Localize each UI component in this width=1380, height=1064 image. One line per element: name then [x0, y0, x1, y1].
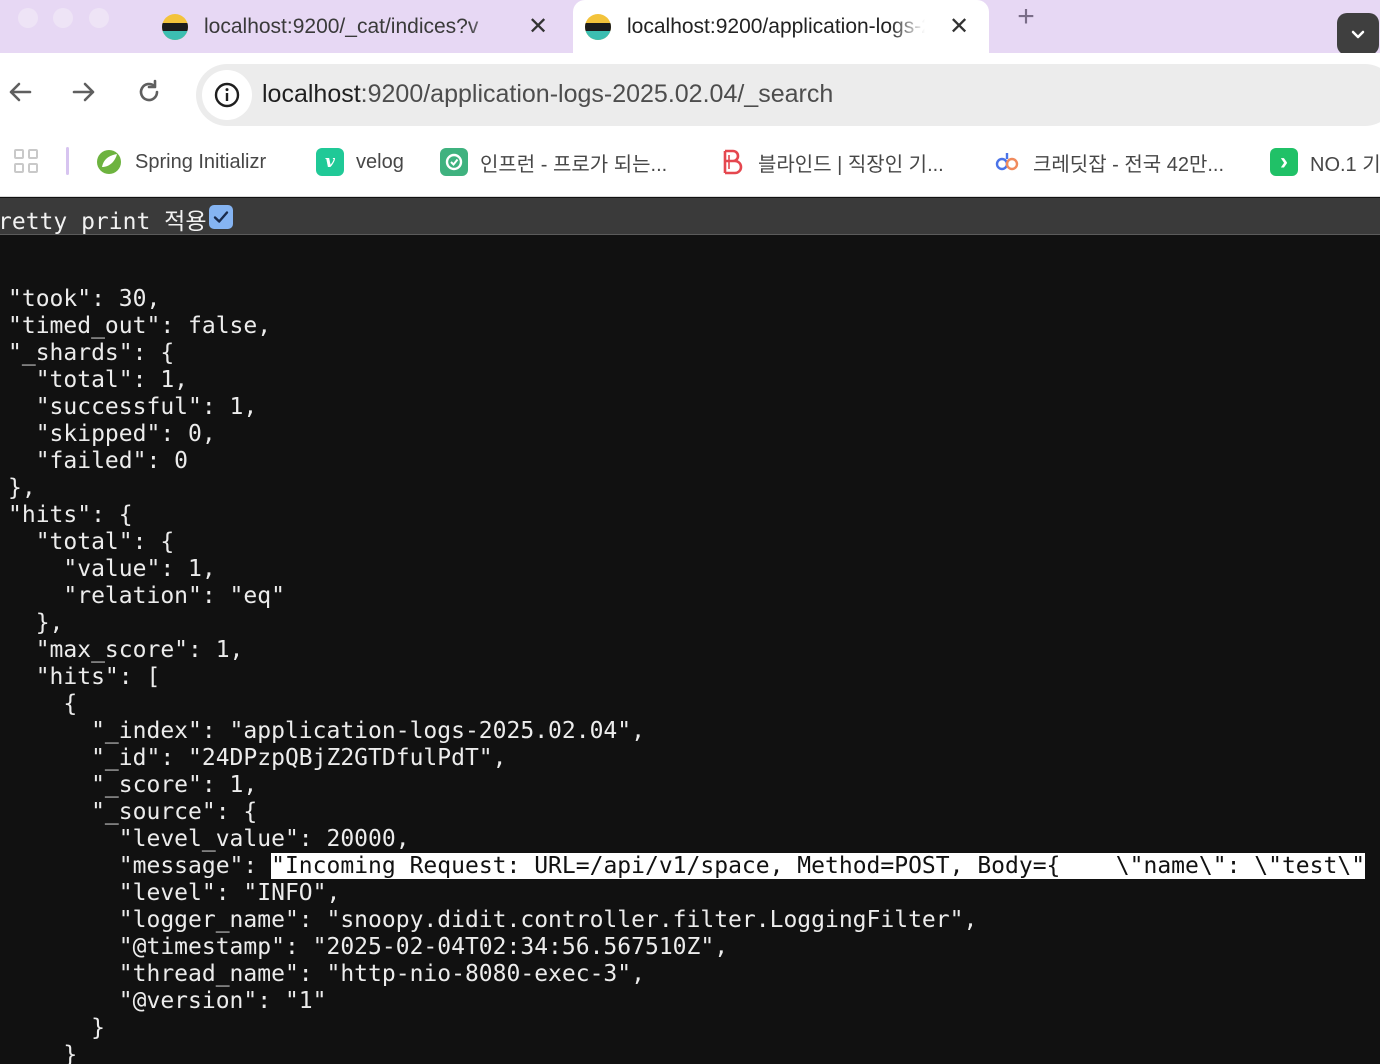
bookmark-no1[interactable]: › NO.1 기	[1270, 147, 1380, 177]
forward-button[interactable]	[69, 78, 99, 108]
tab-title: localhost:9200/application-logs-2025.02.…	[627, 14, 925, 38]
url-host: localhost	[262, 80, 361, 108]
inflearn-icon	[440, 148, 468, 176]
checkmark-icon	[213, 211, 229, 223]
tab-cat-indices[interactable]: localhost:9200/_cat/indices?v ✕	[150, 0, 560, 53]
kreditjob-icon	[993, 148, 1021, 176]
bookmarks-bar: Spring Initializr v velog 인프런 - 프로가 되는..…	[0, 133, 1380, 197]
tab-application-logs-search[interactable]: localhost:9200/application-logs-2025.02.…	[573, 0, 989, 53]
elasticsearch-icon	[585, 13, 611, 40]
json-content: "took": 30, "timed_out": false, "_shards…	[8, 286, 1366, 1064]
json-line: "total": {	[8, 529, 175, 555]
blind-icon	[718, 148, 746, 176]
chevron-down-icon	[1351, 30, 1365, 39]
bookmark-label: NO.1 기	[1310, 153, 1380, 176]
json-line: "@timestamp": "2025-02-04T02:34:56.56751…	[8, 934, 729, 960]
bookmark-blind[interactable]: 블라인드 | 직장인 기...	[718, 147, 944, 177]
json-line: "failed": 0	[8, 448, 189, 474]
address-bar[interactable]: localhost:9200/application-logs-2025.02.…	[196, 64, 1380, 126]
json-viewer[interactable]: "took": 30, "timed_out": false, "_shards…	[0, 236, 1380, 1064]
minimize-window-button[interactable]	[53, 8, 73, 28]
json-line: "_index": "application-logs-2025.02.04",	[8, 718, 645, 744]
arrow-right-icon	[72, 82, 95, 102]
bookmark-label: 블라인드 | 직장인 기...	[758, 153, 944, 176]
bookmark-label: velog	[356, 150, 404, 173]
velog-icon: v	[316, 148, 344, 176]
json-line: "timed_out": false,	[8, 313, 272, 339]
bookmark-label: 크레딧잡 - 전국 42만...	[1033, 153, 1225, 176]
json-line: "_score": 1,	[8, 772, 258, 798]
arrow-left-icon	[9, 82, 32, 102]
elasticsearch-icon	[162, 13, 188, 40]
json-line: "successful": 1,	[8, 394, 258, 420]
json-line: "max_score": 1,	[8, 637, 244, 663]
bookmark-spring-initializr[interactable]: Spring Initializr	[95, 147, 266, 177]
browser-toolbar: localhost:9200/application-logs-2025.02.…	[0, 53, 1380, 133]
arrow-icon: ›	[1270, 148, 1298, 176]
json-line: "_shards": {	[8, 340, 175, 366]
json-line: "level": "INFO",	[8, 880, 341, 906]
json-line: "thread_name": "http-nio-8080-exec-3",	[8, 961, 645, 987]
tab-search-button[interactable]	[1337, 13, 1379, 55]
json-line: "_id": "24DPzpQBjZ2GTDfulPdT",	[8, 745, 507, 771]
spring-icon	[95, 148, 123, 176]
bookmark-kreditjob[interactable]: 크레딧잡 - 전국 42만...	[993, 147, 1224, 177]
json-line: "took": 30,	[8, 286, 161, 312]
json-line: "message":	[8, 853, 272, 879]
bookmark-inflearn[interactable]: 인프런 - 프로가 되는...	[440, 147, 667, 177]
bookmark-label: 인프런 - 프로가 되는...	[480, 153, 668, 176]
json-line: "relation": "eq"	[8, 583, 285, 609]
json-line: "logger_name": "snoopy.didit.controller.…	[8, 907, 978, 933]
pretty-print-checkbox[interactable]	[209, 205, 233, 229]
maximize-window-button[interactable]	[89, 8, 109, 28]
new-tab-button[interactable]: +	[1011, 2, 1041, 32]
json-line: }	[8, 1042, 78, 1064]
back-button[interactable]	[5, 78, 35, 108]
tab-strip: localhost:9200/_cat/indices?v ✕ localhos…	[0, 0, 1380, 55]
json-line: "_source": {	[8, 799, 258, 825]
tab-title: localhost:9200/_cat/indices?v	[204, 14, 479, 38]
site-info-button[interactable]	[202, 70, 252, 120]
json-line: "skipped": 0,	[8, 421, 216, 447]
url-text[interactable]: localhost:9200/application-logs-2025.02.…	[262, 80, 833, 109]
json-line: "level_value": 20000,	[8, 826, 410, 852]
bookmark-separator	[66, 147, 69, 175]
close-icon[interactable]: ✕	[526, 14, 550, 39]
json-line: "hits": {	[8, 502, 133, 528]
bookmark-label: Spring Initializr	[135, 150, 267, 173]
bookmark-velog[interactable]: v velog	[316, 147, 404, 177]
json-line: },	[8, 475, 36, 501]
apps-grid-icon[interactable]	[14, 149, 40, 175]
json-line: "hits": [	[8, 664, 161, 690]
json-line: "@version": "1"	[8, 988, 327, 1014]
close-window-button[interactable]	[18, 8, 38, 28]
json-line: "value": 1,	[8, 556, 216, 582]
reload-button[interactable]	[134, 78, 164, 108]
json-line: }	[8, 1015, 105, 1041]
close-icon[interactable]: ✕	[947, 14, 971, 39]
pretty-print-bar: retty print 적용	[0, 198, 1380, 235]
pretty-print-label: retty print 적용	[0, 209, 207, 235]
info-icon	[214, 82, 240, 108]
json-line: {	[8, 691, 78, 717]
json-line: "total": 1,	[8, 367, 189, 393]
url-path: :9200/application-logs-2025.02.04/_searc…	[360, 80, 834, 108]
reload-icon	[139, 79, 159, 102]
highlighted-message-value[interactable]: "Incoming Request: URL=/api/v1/space, Me…	[271, 853, 1366, 879]
json-line: },	[8, 610, 64, 636]
